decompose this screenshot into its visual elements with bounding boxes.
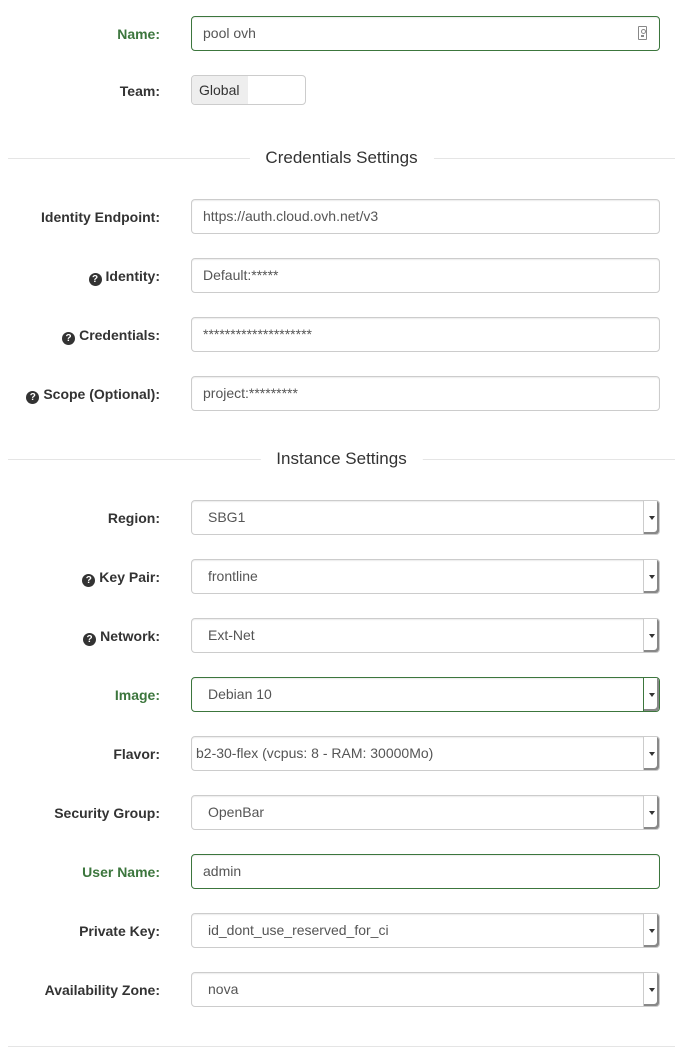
scope-label-text: Scope (Optional):	[43, 386, 160, 402]
private-key-value: id_dont_use_reserved_for_ci	[208, 922, 389, 938]
identity-endpoint-input[interactable]: https://auth.cloud.ovh.net/v3	[191, 199, 660, 234]
availability-zone-label: Availability Zone:	[44, 982, 160, 998]
name-input[interactable]: pool ovh	[191, 16, 660, 51]
network-select[interactable]: Ext-Net	[191, 618, 660, 653]
caret-down-icon[interactable]	[643, 737, 659, 770]
security-group-value: OpenBar	[208, 804, 265, 820]
flavor-value: b2-30-flex (vcpus: 8 - RAM: 30000Mo)	[196, 745, 434, 761]
flavor-select[interactable]: b2-30-flex (vcpus: 8 - RAM: 30000Mo)	[191, 736, 660, 771]
security-group-label: Security Group:	[54, 805, 160, 821]
key-pair-label-text: Key Pair:	[99, 569, 160, 585]
network-label-text: Network:	[100, 628, 160, 644]
security-group-select[interactable]: OpenBar	[191, 795, 660, 830]
caret-down-icon[interactable]	[643, 560, 659, 593]
divider	[8, 1046, 675, 1047]
caret-down-icon[interactable]	[643, 678, 659, 711]
question-circle-icon[interactable]: ?	[83, 633, 97, 646]
question-circle-icon[interactable]: ?	[82, 574, 96, 587]
private-key-select[interactable]: id_dont_use_reserved_for_ci	[191, 913, 660, 948]
caret-down-icon[interactable]	[643, 501, 659, 534]
team-label: Team:	[119, 83, 160, 99]
section-title: Instance Settings	[260, 449, 423, 469]
scope-label: ? Scope (Optional):	[26, 376, 160, 412]
credentials-value: ********************	[203, 326, 312, 342]
caret-down-icon[interactable]	[643, 796, 659, 829]
contact-card-icon[interactable]	[638, 26, 647, 40]
network-row: ? Network: Ext-Net	[0, 618, 685, 654]
key-pair-row: ? Key Pair: frontline	[0, 559, 685, 595]
private-key-row: Private Key: id_dont_use_reserved_for_ci	[0, 913, 685, 949]
availability-zone-row: Availability Zone: nova	[0, 972, 685, 1008]
key-pair-value: frontline	[208, 568, 258, 584]
identity-input[interactable]: Default:*****	[191, 258, 660, 293]
user-name-label: User Name:	[82, 864, 160, 880]
flavor-label: Flavor:	[113, 746, 160, 762]
image-value: Debian 10	[208, 686, 272, 702]
name-label: Name:	[117, 26, 160, 42]
team-tag[interactable]: Global	[192, 76, 248, 104]
team-row: Team: Global	[0, 75, 685, 111]
scope-row: ? Scope (Optional): project:*********	[0, 376, 685, 412]
credentials-label: ? Credentials:	[62, 317, 160, 353]
scope-value: project:*********	[203, 385, 298, 401]
region-row: Region: SBG1	[0, 500, 685, 536]
section-title: Credentials Settings	[249, 148, 434, 168]
name-value: pool ovh	[203, 25, 256, 41]
question-circle-icon[interactable]: ?	[62, 332, 76, 345]
instance-settings-section: Instance Settings	[8, 449, 675, 469]
pool-form: Name: pool ovh Team: Global Credentials …	[0, 0, 685, 1052]
network-value: Ext-Net	[208, 627, 255, 643]
key-pair-select[interactable]: frontline	[191, 559, 660, 594]
scope-input[interactable]: project:*********	[191, 376, 660, 411]
private-key-label: Private Key:	[79, 923, 160, 939]
image-select[interactable]: Debian 10	[191, 677, 660, 712]
availability-zone-value: nova	[208, 981, 239, 997]
identity-endpoint-row: Identity Endpoint: https://auth.cloud.ov…	[0, 199, 685, 235]
question-circle-icon[interactable]: ?	[26, 391, 40, 404]
caret-down-icon[interactable]	[643, 619, 659, 652]
identity-label-text: Identity:	[105, 268, 160, 284]
credentials-row: ? Credentials: ********************	[0, 317, 685, 353]
image-label: Image:	[114, 687, 160, 703]
caret-down-icon[interactable]	[643, 914, 659, 947]
security-group-row: Security Group: OpenBar	[0, 795, 685, 831]
question-circle-icon[interactable]: ?	[88, 273, 102, 286]
region-select[interactable]: SBG1	[191, 500, 660, 535]
network-label: ? Network:	[83, 618, 160, 654]
user-name-input[interactable]: admin	[191, 854, 660, 889]
credentials-input[interactable]: ********************	[191, 317, 660, 352]
credentials-settings-section: Credentials Settings	[8, 148, 675, 168]
region-value: SBG1	[208, 509, 246, 525]
identity-value: Default:*****	[203, 267, 279, 283]
identity-endpoint-label: Identity Endpoint:	[41, 209, 160, 225]
team-select[interactable]: Global	[191, 75, 306, 105]
identity-row: ? Identity: Default:*****	[0, 258, 685, 294]
credentials-label-text: Credentials:	[79, 327, 160, 343]
identity-endpoint-value: https://auth.cloud.ovh.net/v3	[203, 208, 379, 224]
caret-down-icon[interactable]	[643, 973, 659, 1006]
region-label: Region:	[107, 510, 160, 526]
user-name-row: User Name: admin	[0, 854, 685, 890]
image-row: Image: Debian 10	[0, 677, 685, 713]
availability-zone-select[interactable]: nova	[191, 972, 660, 1007]
flavor-row: Flavor: b2-30-flex (vcpus: 8 - RAM: 3000…	[0, 736, 685, 772]
identity-label: ? Identity:	[88, 258, 160, 294]
name-row: Name: pool ovh	[0, 16, 685, 52]
user-name-value: admin	[203, 863, 242, 879]
key-pair-label: ? Key Pair:	[82, 559, 160, 595]
